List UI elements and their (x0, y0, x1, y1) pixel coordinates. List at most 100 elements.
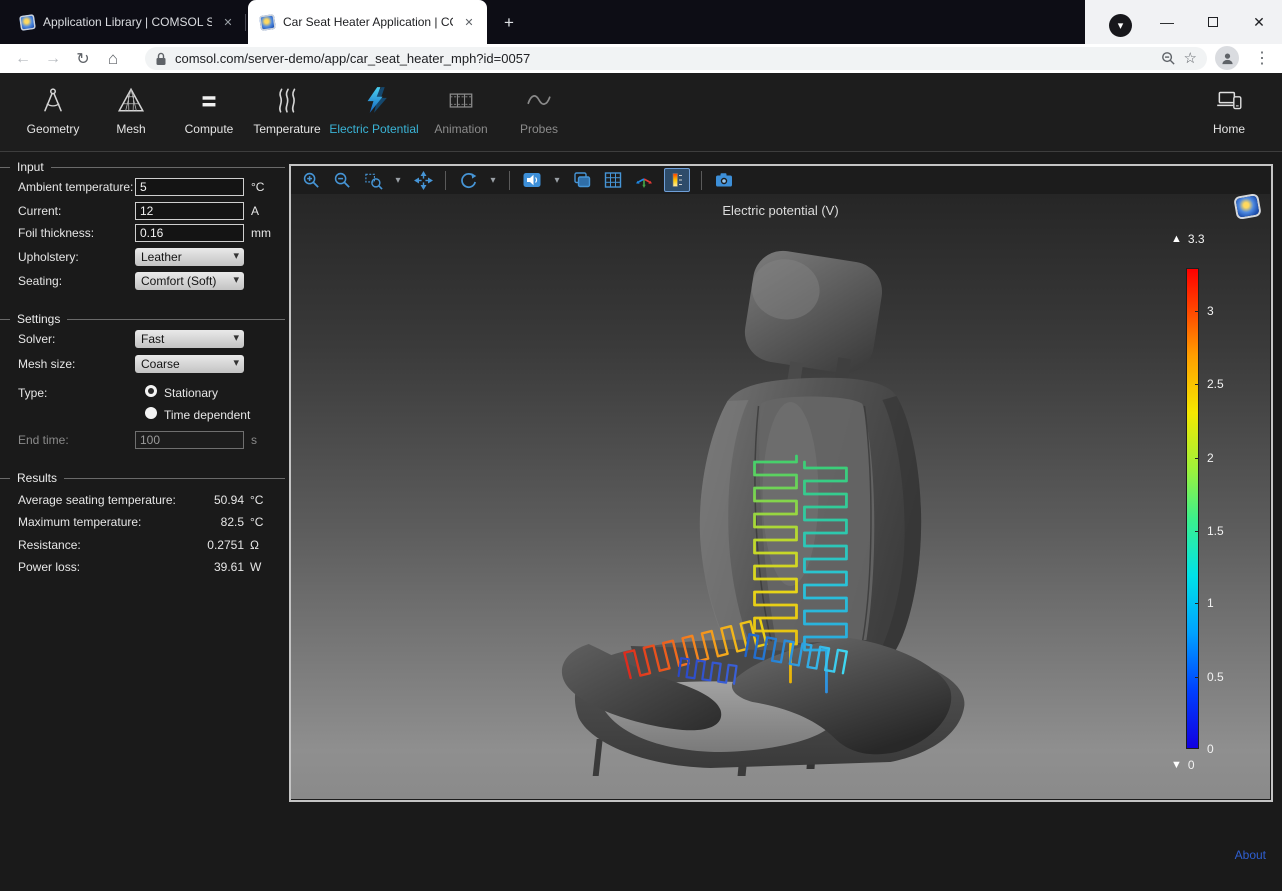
chevron-down-icon[interactable]: ▾ (552, 175, 562, 186)
color-legend-icon (668, 171, 686, 189)
minimize-button[interactable]: — (1144, 6, 1190, 38)
chevron-down-icon[interactable]: ▾ (488, 175, 498, 186)
url-input[interactable] (175, 51, 1153, 66)
down-triangle-icon: ▼ (1171, 759, 1182, 771)
ribbon-temperature-button[interactable]: Temperature (248, 83, 326, 136)
ribbon-probes-button[interactable]: Probes (500, 83, 578, 136)
result-unit: W (250, 560, 261, 574)
colorbar-tick-label: 0.5 (1207, 670, 1247, 684)
ambient-temperature-input[interactable] (135, 178, 244, 196)
ribbon-animation-button[interactable]: Animation (422, 83, 500, 136)
upholstery-select[interactable]: Leather ▾ (135, 248, 244, 266)
profile-avatar[interactable] (1215, 46, 1239, 70)
field-label: Foil thickness: (18, 226, 94, 240)
current-input[interactable] (135, 202, 244, 220)
tab-car-seat-heater[interactable]: Car Seat Heater Application | CO ✕ (248, 0, 487, 44)
chevron-down-icon: ▾ (233, 331, 239, 344)
ribbon-electric-potential-button[interactable]: Electric Potential (326, 83, 422, 136)
zoom-box-icon[interactable] (362, 169, 384, 191)
bookmark-star-icon[interactable]: ☆ (1184, 51, 1197, 66)
ribbon-compute-button[interactable]: Compute (170, 83, 248, 136)
tab-title: Car Seat Heater Application | CO (283, 15, 453, 29)
zoom-out-icon[interactable] (331, 169, 353, 191)
field-label: End time: (18, 433, 69, 447)
transparency-icon[interactable] (571, 169, 593, 191)
ribbon-geometry-button[interactable]: Geometry (14, 83, 92, 136)
end-time-input (135, 431, 244, 449)
geometry-compass-icon (38, 83, 68, 117)
tab-title: Application Library | COMSOL Se (43, 15, 212, 29)
grid-icon[interactable] (602, 169, 624, 191)
mesh-size-select[interactable]: Coarse ▾ (135, 355, 244, 373)
chevron-down-icon: ▾ (233, 249, 239, 262)
tab-strip: Application Library | COMSOL Se ✕ Car Se… (0, 0, 1282, 44)
solver-select[interactable]: Fast ▾ (135, 330, 244, 348)
person-icon (1220, 51, 1235, 66)
color-legend-toggle[interactable] (664, 168, 690, 192)
ribbon-mesh-button[interactable]: Mesh (92, 83, 170, 136)
graphics-panel: ▾ (289, 164, 1273, 802)
ribbon-label: Geometry (27, 122, 80, 136)
settings-section-header: Settings (0, 312, 285, 326)
about-link[interactable]: About (1235, 848, 1266, 862)
foil-thickness-input[interactable] (135, 224, 244, 242)
time-dependent-radio[interactable] (145, 407, 157, 419)
colorbar-tick-label: 2.5 (1207, 377, 1247, 391)
colorbar-min-marker: ▼ 0 (1171, 758, 1195, 772)
result-label: Resistance: (18, 538, 81, 552)
zoom-in-icon[interactable] (300, 169, 322, 191)
mesh-triangle-icon (116, 83, 146, 117)
select-value: Coarse (141, 357, 180, 371)
foil-thickness-row: Foil thickness: mm (0, 224, 288, 242)
select-value: Comfort (Soft) (141, 274, 216, 288)
result-value: 0.2751 (174, 538, 244, 552)
ribbon-label: Probes (520, 122, 558, 136)
snapshot-camera-icon[interactable] (713, 169, 735, 191)
ribbon-home-button[interactable]: Home (1190, 83, 1268, 136)
result-label: Power loss: (18, 560, 80, 574)
app-content: Input Ambient temperature: °C Current: A… (0, 151, 1282, 891)
graphics-toolbar: ▾ (291, 166, 1271, 194)
colorbar-max-marker: ▲ 3.3 (1171, 232, 1205, 246)
colorbar-tick-label: 0 (1207, 742, 1247, 756)
compute-equals-icon (194, 83, 224, 117)
tab-close-icon[interactable]: ✕ (461, 14, 477, 30)
scene-light-icon[interactable] (521, 169, 543, 191)
current-row: Current: A (0, 202, 288, 220)
address-bar[interactable]: ☆ (145, 47, 1207, 70)
graphics-canvas[interactable]: Electric potential (V) ▲ 3.3 3 2.5 2 1.5 (291, 194, 1270, 799)
zoom-indicator-icon[interactable] (1161, 51, 1176, 66)
maximize-button[interactable] (1190, 6, 1236, 38)
tab-application-library[interactable]: Application Library | COMSOL Se ✕ (8, 0, 246, 44)
tab-close-icon[interactable]: ✕ (220, 14, 236, 30)
end-time-row: End time: s (0, 431, 288, 449)
ribbon-label: Temperature (253, 122, 320, 136)
results-section-header: Results (0, 471, 285, 485)
seating-select[interactable]: Comfort (Soft) ▾ (135, 272, 244, 290)
field-unit: s (251, 433, 257, 447)
field-label: Solver: (18, 332, 55, 346)
colorbar-min-value: 0 (1188, 758, 1195, 772)
browser-home-icon[interactable]: ⌂ (98, 46, 128, 72)
new-tab-button[interactable]: + (497, 11, 521, 35)
browser-menu-icon[interactable]: ⋮ (1250, 46, 1274, 70)
stationary-radio[interactable] (145, 385, 157, 397)
field-unit: °C (251, 180, 264, 194)
forward-icon[interactable]: → (38, 46, 68, 72)
rotate-icon[interactable] (457, 169, 479, 191)
reload-icon[interactable]: ↻ (68, 46, 98, 72)
solver-row: Solver: Fast ▾ (0, 330, 288, 348)
browser-toolbar: ← → ↻ ⌂ ☆ ⋮ (0, 44, 1282, 73)
comsol-favicon (19, 14, 36, 31)
close-button[interactable]: ✕ (1236, 6, 1282, 38)
zoom-extents-icon[interactable] (412, 169, 434, 191)
section-title: Results (17, 471, 57, 485)
axes-orientation-icon[interactable] (633, 169, 655, 191)
back-icon[interactable]: ← (8, 46, 38, 72)
electric-potential-bolt-icon (359, 83, 389, 117)
chevron-down-button[interactable]: ▾ (1109, 14, 1132, 37)
maximize-icon (1208, 17, 1218, 27)
field-label: Current: (18, 204, 61, 218)
chevron-down-icon[interactable]: ▾ (393, 175, 403, 186)
field-label: Ambient temperature: (18, 180, 133, 194)
